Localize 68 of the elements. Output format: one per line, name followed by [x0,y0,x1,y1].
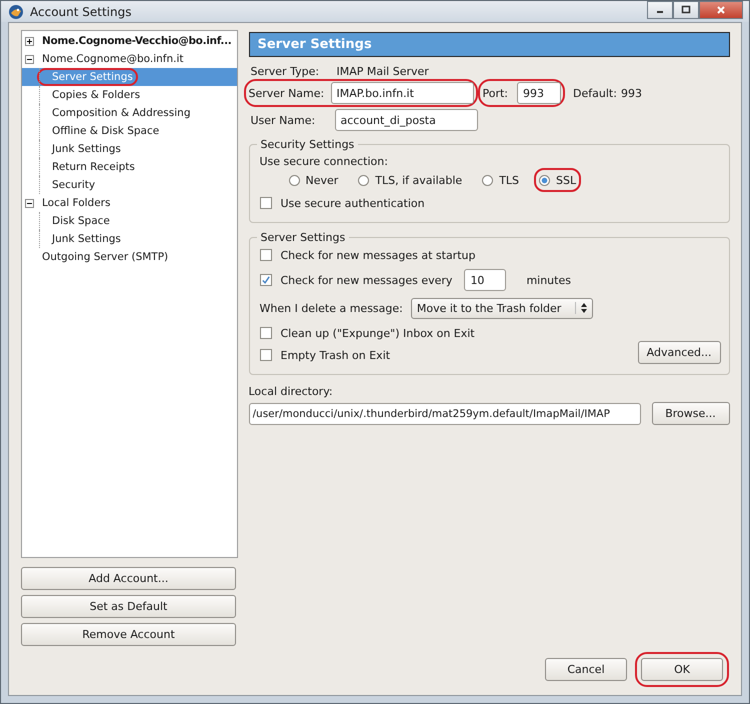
radio-option[interactable]: TLS [482,170,520,190]
radio-option[interactable]: TLS, if available [358,170,462,190]
account-button[interactable]: Set as Default [21,595,236,618]
account-button[interactable]: Remove Account [21,623,236,646]
checkbox-option[interactable]: Use secure authentication [260,192,425,214]
dialog-button[interactable]: OK [641,658,723,681]
server-type-value: IMAP Mail Server [336,64,429,78]
spinner-arrows-icon [574,302,588,314]
tree-item[interactable]: Junk Settings [22,140,236,158]
checkbox-option[interactable]: Check for new messages every [260,269,452,291]
radio-prompt: Use secure connection: [260,155,389,168]
checkbox-option[interactable]: Check for new messages at startup [260,244,476,266]
tree-item[interactable]: Copies & Folders [22,86,236,104]
tree-item[interactable]: Composition & Addressing [22,104,236,122]
maximize-button[interactable] [673,1,699,19]
expander-icon[interactable] [25,54,34,64]
close-button[interactable] [699,1,743,19]
unit-label: minutes [526,274,571,286]
browse-button[interactable]: Browse... [652,402,730,425]
checkbox-option[interactable]: Clean up ("Expunge") Inbox on Exit [260,322,475,344]
checkbox-icon[interactable] [260,197,272,209]
bird-icon [8,4,24,20]
tree-item[interactable]: Nome.Cognome@bo.infn.it [22,50,236,68]
checkbox-icon[interactable] [260,327,272,339]
section-header: Server Settings [248,32,730,57]
window-title: Account Settings [30,4,132,18]
port-field[interactable]: 993 [517,82,562,104]
tree-item[interactable]: Junk Settings [22,230,236,248]
field-label: Local directory: [248,385,334,398]
group-title: Server Settings [260,231,346,244]
tree-item[interactable]: Outgoing Server (SMTP) [22,248,236,266]
default-port-value: 993 [621,86,642,100]
field-label: Port: [482,86,508,100]
radio-icon[interactable] [358,174,370,186]
field-label: User Name: [250,114,316,126]
maximize-icon [681,5,691,15]
interval-field[interactable]: 10 [464,269,506,291]
tree-item[interactable]: Nome.Cognome-Vecchio@bo.inf... [22,32,236,50]
radio-option[interactable]: Never [288,170,338,190]
checkbox-icon[interactable] [260,249,272,261]
radio-icon[interactable] [482,174,494,186]
minimize-button[interactable] [647,1,673,19]
radio-icon[interactable] [539,174,550,186]
radio-icon[interactable] [288,174,300,186]
tree-item[interactable]: Disk Space [22,212,236,230]
close-icon [716,5,726,15]
advanced-button[interactable]: Advanced... [638,340,720,364]
checkbox-option[interactable]: Empty Trash on Exit [260,344,390,366]
checkbox-icon[interactable] [260,274,272,286]
field-label: Server Name: [248,86,326,100]
tree-item[interactable]: Return Receipts [22,158,236,176]
account-button[interactable]: Add Account... [21,567,236,590]
server-name-field[interactable]: IMAP.bo.infn.it [330,82,474,104]
expander-icon[interactable] [25,198,34,208]
local-directory-field[interactable]: /user/monducci/unix/.thunderbird/mat259ym.default/ImapMail/IMAP [248,402,640,424]
checkbox-icon[interactable] [260,349,272,361]
tree-item[interactable]: Security [22,176,236,194]
expander-icon[interactable] [25,36,34,46]
dialog-button[interactable]: Cancel [545,658,627,681]
field-label: Default: [573,86,618,100]
group-title: Security Settings [260,138,356,151]
radio-option[interactable]: SSL [539,170,576,190]
field-label: Server Type: [250,64,320,78]
tree-item[interactable]: Local Folders [22,194,236,212]
field-label: When I delete a message: [260,302,403,314]
tree-item[interactable]: Offline & Disk Space [22,122,236,140]
delete-action-dropdown[interactable]: Move it to the Trash folder [410,298,593,318]
user-name-field[interactable]: account_di_posta [334,109,478,131]
